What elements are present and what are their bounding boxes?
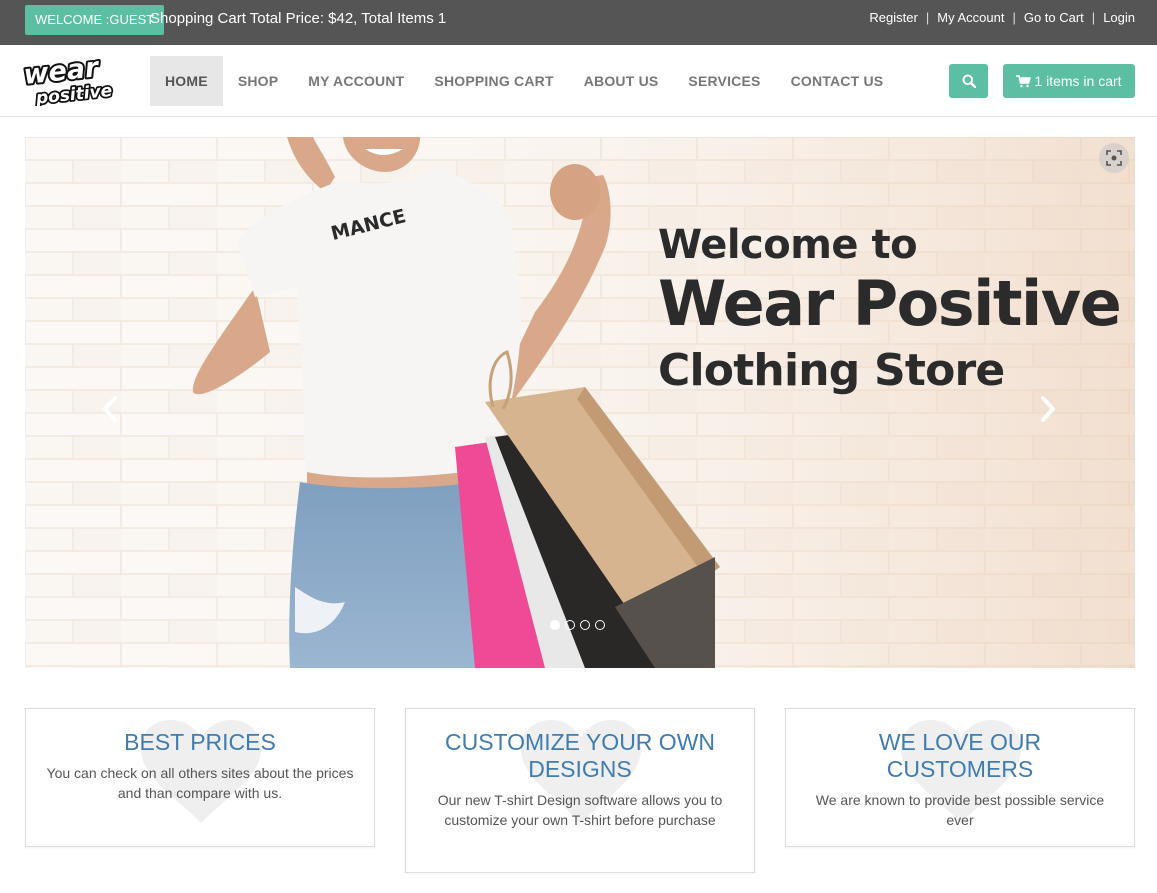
- nav-item-about-us[interactable]: ABOUT US: [569, 56, 674, 106]
- carousel-dot[interactable]: [550, 620, 560, 630]
- chevron-right-icon: [1041, 396, 1055, 422]
- top-bar: WELCOME :GUEST Shopping Cart Total Price…: [0, 0, 1157, 45]
- my-account-link[interactable]: My Account: [937, 10, 1004, 26]
- chevron-left-icon: [103, 396, 117, 422]
- feature-title: CUSTOMIZE YOUR OWN DESIGNS: [444, 729, 716, 782]
- nav-menu: HOME SHOP MY ACCOUNT SHOPPING CART ABOUT…: [150, 56, 898, 106]
- feature-text: We are known to provide best possible se…: [815, 792, 1105, 828]
- hero-carousel: MANCE Welcome to Wear Positive Clothing …: [25, 137, 1135, 668]
- nav-item-shop[interactable]: SHOP: [223, 56, 293, 106]
- feature-title: WE LOVE OUR CUSTOMERS: [878, 729, 1042, 782]
- nav-item-home[interactable]: HOME: [150, 56, 223, 106]
- carousel-next-button[interactable]: [1033, 392, 1063, 426]
- separator: |: [1012, 10, 1016, 25]
- focus-icon: [1106, 150, 1122, 166]
- feature-best-prices: BEST PRICES You can check on all others …: [25, 708, 375, 847]
- search-button[interactable]: [949, 64, 988, 98]
- main-navbar: wear wear positive positive HOME SHOP MY…: [0, 45, 1157, 117]
- welcome-badge: WELCOME :GUEST: [25, 5, 165, 35]
- cart-button[interactable]: 1 items in cart: [1003, 64, 1135, 98]
- register-link[interactable]: Register: [869, 10, 917, 26]
- nav-item-shopping-cart[interactable]: SHOPPING CART: [419, 56, 568, 106]
- shopping-cart-icon: [1016, 75, 1032, 88]
- login-link[interactable]: Login: [1103, 10, 1135, 26]
- carousel-prev-button[interactable]: [95, 392, 125, 426]
- nav-item-my-account[interactable]: MY ACCOUNT: [293, 56, 419, 106]
- cart-button-label: 1 items in cart: [1034, 73, 1122, 89]
- feature-love-customers: WE LOVE OUR CUSTOMERS We are known to pr…: [785, 708, 1135, 847]
- go-to-cart-link[interactable]: Go to Cart: [1024, 10, 1084, 26]
- hero-heading: Welcome to Wear Positive Clothing Store: [658, 222, 1122, 402]
- hero-line-2: Wear Positive: [658, 267, 1122, 340]
- feature-title: BEST PRICES: [124, 729, 276, 755]
- nav-item-services[interactable]: SERVICES: [673, 56, 775, 106]
- search-icon: [962, 74, 976, 88]
- image-search-button[interactable]: [1099, 143, 1129, 173]
- separator: |: [1091, 10, 1096, 25]
- cart-summary: Shopping Cart Total Price: $42, Total It…: [150, 10, 447, 27]
- nav-item-contact-us[interactable]: CONTACT US: [776, 56, 899, 106]
- feature-text: You can check on all others sites about …: [46, 765, 354, 801]
- carousel-dot[interactable]: [595, 620, 605, 630]
- carousel-dot[interactable]: [580, 620, 590, 630]
- hero-line-1: Welcome to: [658, 222, 918, 268]
- top-links: Register | My Account | Go to Cart | Log…: [869, 10, 1135, 26]
- feature-customize: CUSTOMIZE YOUR OWN DESIGNS Our new T-shi…: [405, 708, 755, 873]
- carousel-dot[interactable]: [565, 620, 575, 630]
- feature-text: Our new T-shirt Design software allows y…: [437, 792, 723, 828]
- carousel-indicators: [550, 620, 605, 630]
- site-logo[interactable]: wear wear positive positive: [20, 50, 122, 110]
- hero-image: MANCE: [25, 137, 1135, 668]
- separator: |: [925, 10, 930, 25]
